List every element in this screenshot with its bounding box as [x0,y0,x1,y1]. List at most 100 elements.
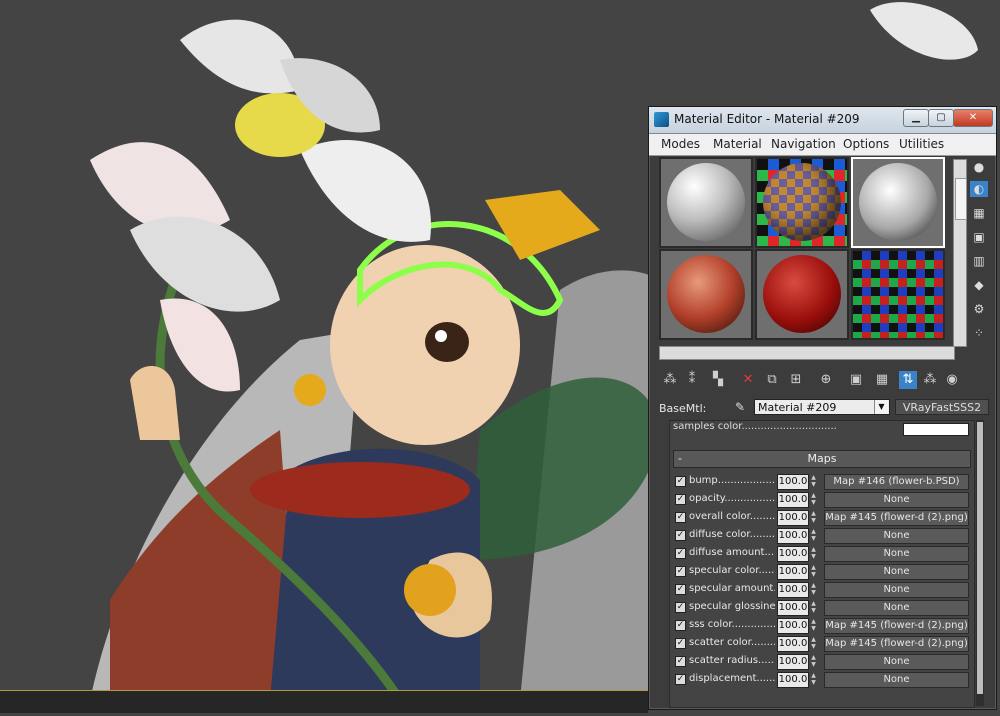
show-end-result-icon[interactable]: ⇅ [899,371,917,389]
map-enable-checkbox[interactable]: ✓ [675,638,686,649]
slots-vertical-scrollbar[interactable] [953,159,967,347]
select-by-material-icon[interactable]: ⁘ [970,325,988,341]
map-amount-field[interactable]: 100.0 [777,546,809,562]
map-slot-button[interactable]: Map #145 (flower-d (2).png) [824,636,969,652]
close-button[interactable]: ✕ [953,109,993,127]
material-name-dropdown[interactable]: Material #209 ▼ [754,399,890,415]
go-to-parent-icon[interactable]: ⁂ [921,371,939,389]
scroll-thumb[interactable] [955,178,967,220]
material-editor-window[interactable]: Material Editor - Material #209 ▁ ▢ ✕ Mo… [648,106,997,710]
amount-spinner[interactable]: ▲ ▼ [809,528,818,542]
menu-material[interactable]: Material [713,137,762,151]
sash [250,462,470,518]
map-amount-field[interactable]: 100.0 [777,582,809,598]
assign-to-selection-icon[interactable]: ▚ [709,371,727,389]
sample-slot-5[interactable] [755,249,849,340]
amount-spinner[interactable]: ▲ ▼ [809,474,818,488]
maximize-button[interactable]: ▢ [928,109,954,127]
put-to-library-icon[interactable]: ⊕ [817,371,835,389]
uv-tiling-icon[interactable]: ▣ [970,229,988,245]
map-row-bump: ✓ bump..................... 100.0 ▲ ▼ Map… [673,473,971,490]
go-forward-sibling-icon[interactable]: ◉ [943,371,961,389]
map-slot-button[interactable]: None [824,546,969,562]
map-amount-field[interactable]: 100.0 [777,636,809,652]
sample-slot-2[interactable] [755,157,849,248]
amount-spinner[interactable]: ▲ ▼ [809,564,818,578]
map-amount-field[interactable]: 100.0 [777,618,809,634]
map-amount-field[interactable]: 100.0 [777,474,809,490]
map-enable-checkbox[interactable]: ✓ [675,476,686,487]
map-amount-field[interactable]: 100.0 [777,528,809,544]
map-amount-field[interactable]: 100.0 [777,672,809,688]
map-enable-checkbox[interactable]: ✓ [675,494,686,505]
map-slot-button[interactable]: None [824,492,969,508]
menu-navigation[interactable]: Navigation [771,137,836,151]
title-bar[interactable]: Material Editor - Material #209 ▁ ▢ ✕ [649,107,996,134]
sample-slot-3[interactable] [851,157,945,248]
copy-material-icon[interactable]: ⧉ [763,371,781,389]
amount-spinner[interactable]: ▲ ▼ [809,510,818,524]
menu-modes[interactable]: Modes [661,137,700,151]
video-color-check-icon[interactable]: ▥ [970,253,988,269]
menu-options[interactable]: Options [843,137,889,151]
map-slot-button[interactable]: None [824,600,969,616]
sample-slot-1[interactable] [659,157,753,248]
backlight-icon[interactable]: ◐ [970,181,988,197]
sample-slot-4[interactable] [659,249,753,340]
amount-spinner[interactable]: ▲ ▼ [809,492,818,506]
amount-spinner[interactable]: ▲ ▼ [809,654,818,668]
minimize-button[interactable]: ▁ [903,109,929,127]
amount-spinner[interactable]: ▲ ▼ [809,582,818,596]
map-enable-checkbox[interactable]: ✓ [675,512,686,523]
amount-spinner[interactable]: ▲ ▼ [809,672,818,686]
map-amount-field[interactable]: 100.0 [777,564,809,580]
make-unique-icon[interactable]: ⊞ [787,371,805,389]
map-slot-button[interactable]: None [824,654,969,670]
map-enable-checkbox[interactable]: ✓ [675,602,686,613]
map-amount-field[interactable]: 100.0 [777,600,809,616]
maps-rollout-header[interactable]: - Maps [673,450,971,468]
sample-slot-6[interactable] [851,249,945,340]
map-slot-button[interactable]: Map #145 (flower-d (2).png) [824,510,969,526]
eyedropper-icon[interactable]: ✎ [735,400,745,414]
rollout-scrollbar[interactable] [976,420,984,706]
sample-type-icon[interactable]: ● [970,159,988,175]
map-enable-checkbox[interactable]: ✓ [675,584,686,595]
map-slot-button[interactable]: None [824,564,969,580]
chevron-down-icon[interactable]: ▼ [874,400,888,414]
map-enable-checkbox[interactable]: ✓ [675,674,686,685]
amount-spinner[interactable]: ▲ ▼ [809,618,818,632]
collapse-icon[interactable]: - [678,451,682,467]
map-amount-field[interactable]: 100.0 [777,654,809,670]
map-slot-button[interactable]: Map #145 (flower-d (2).png) [824,618,969,634]
get-material-icon[interactable]: ⁂ [661,371,679,389]
map-enable-checkbox[interactable]: ✓ [675,548,686,559]
material-type-button[interactable]: VRayFastSSS2 [895,399,989,415]
show-map-icon[interactable]: ▦ [873,371,891,389]
make-preview-icon[interactable]: ◆ [970,277,988,293]
reset-map-icon[interactable]: ✕ [739,371,757,389]
map-enable-checkbox[interactable]: ✓ [675,566,686,577]
map-amount-field[interactable]: 100.0 [777,492,809,508]
menu-utilities[interactable]: Utilities [899,137,944,151]
scroll-thumb[interactable] [977,422,983,694]
put-to-scene-icon[interactable]: ⁑ [683,371,701,389]
samples-color-swatch[interactable] [903,423,969,436]
background-icon[interactable]: ▦ [970,205,988,221]
amount-spinner[interactable]: ▲ ▼ [809,636,818,650]
slots-horizontal-scrollbar[interactable] [659,346,955,360]
map-slot-button[interactable]: None [824,672,969,688]
material-id-channel-icon[interactable]: ▣ [847,371,865,389]
map-slot-button[interactable]: None [824,528,969,544]
options-icon[interactable]: ⚙ [970,301,988,317]
amount-spinner[interactable]: ▲ ▼ [809,600,818,614]
map-enable-checkbox[interactable]: ✓ [675,656,686,667]
map-amount-field[interactable]: 100.0 [777,510,809,526]
map-label: scatter radius....... [689,655,775,666]
map-enable-checkbox[interactable]: ✓ [675,620,686,631]
map-enable-checkbox[interactable]: ✓ [675,530,686,541]
map-slot-button[interactable]: None [824,582,969,598]
map-slot-button[interactable]: Map #146 (flower-b.PSD) [824,474,969,490]
timeline-strip[interactable] [0,690,648,713]
amount-spinner[interactable]: ▲ ▼ [809,546,818,560]
